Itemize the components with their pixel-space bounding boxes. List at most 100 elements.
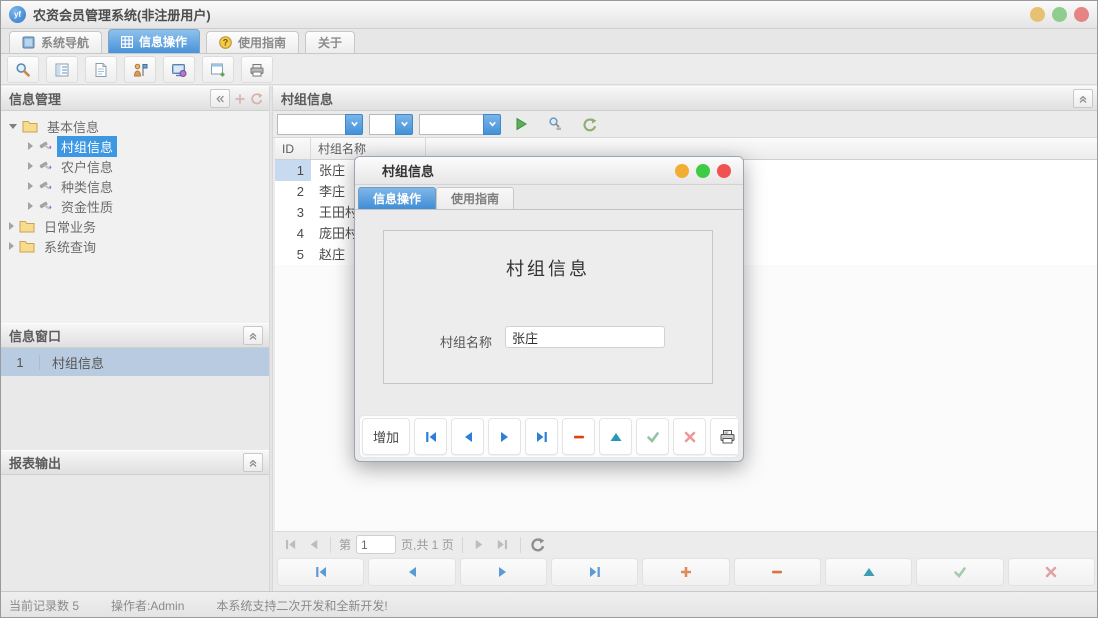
record-cancel-button[interactable] [1008, 558, 1095, 586]
info-window-item[interactable]: 1 村组信息 [1, 348, 269, 376]
system-note: 本系统支持二次开发和全新开发! [216, 597, 387, 614]
record-last-button[interactable] [551, 558, 638, 586]
collapse-up-button[interactable] [1073, 89, 1093, 108]
add-icon [679, 565, 693, 579]
expander-icon[interactable] [9, 222, 14, 230]
tree-item-system-query[interactable]: 系统查询 [1, 236, 269, 256]
expander-icon[interactable] [28, 202, 33, 210]
refresh-button[interactable] [575, 112, 603, 137]
record-save-button[interactable] [916, 558, 1003, 586]
maximize-button[interactable] [1052, 7, 1067, 22]
expander-icon[interactable] [28, 142, 33, 150]
page-last-button[interactable] [494, 536, 512, 554]
page-prefix: 第 [339, 536, 351, 553]
splitter[interactable] [269, 86, 273, 591]
save-button[interactable] [636, 418, 669, 455]
dialog-header[interactable]: 村组信息 [355, 157, 743, 185]
document-button[interactable] [85, 56, 117, 83]
record-first-button[interactable] [277, 558, 364, 586]
edit-button[interactable] [599, 418, 632, 455]
help-icon: ? [219, 36, 232, 49]
first-page-icon [284, 538, 297, 551]
cancel-button[interactable] [673, 418, 706, 455]
chevron-down-icon[interactable] [483, 114, 501, 135]
titlebar: yf 农资会员管理系统(非注册用户) [1, 1, 1098, 29]
minimize-button[interactable] [1030, 7, 1045, 22]
tree-item-village-info[interactable]: 村组信息 [1, 136, 269, 156]
tab-info-operation[interactable]: 信息操作 [108, 29, 200, 53]
add-button[interactable]: 增加 [362, 418, 410, 455]
monitor-button[interactable] [163, 56, 195, 83]
first-record-button[interactable] [414, 418, 447, 455]
dialog-tab-info-operation[interactable]: 信息操作 [358, 187, 436, 209]
expander-icon[interactable] [9, 242, 14, 250]
prev-record-button[interactable] [451, 418, 484, 455]
dialog-maximize-button[interactable] [696, 164, 710, 178]
dialog-close-button[interactable] [717, 164, 731, 178]
page-first-button[interactable] [281, 536, 299, 554]
collapse-up-button[interactable] [243, 453, 263, 472]
dialog-minimize-button[interactable] [675, 164, 689, 178]
collapse-left-button[interactable] [210, 89, 230, 108]
expander-icon[interactable] [9, 124, 17, 129]
record-next-button[interactable] [460, 558, 547, 586]
next-page-icon [473, 538, 486, 551]
add-icon[interactable] [234, 93, 246, 105]
record-prev-button[interactable] [368, 558, 455, 586]
list-button[interactable] [46, 56, 78, 83]
page-next-button[interactable] [471, 536, 489, 554]
filter-combo-1[interactable] [277, 114, 363, 135]
expander-icon[interactable] [28, 182, 33, 190]
collapse-up-button[interactable] [243, 326, 263, 345]
record-count: 当前记录数 5 [9, 597, 79, 614]
search-edit-icon [547, 116, 563, 132]
folder-icon [19, 240, 35, 253]
search-button[interactable] [7, 56, 39, 83]
minus-icon [770, 565, 784, 579]
record-delete-button[interactable] [734, 558, 821, 586]
filter-combo-2[interactable] [369, 114, 413, 135]
record-edit-button[interactable] [825, 558, 912, 586]
advanced-search-button[interactable] [541, 112, 569, 137]
tab-user-guide[interactable]: ? 使用指南 [206, 31, 299, 53]
tree-item-fund-nature[interactable]: 资金性质 [1, 196, 269, 216]
panel-info-manage-header: 信息管理 [1, 86, 269, 111]
play-icon [514, 117, 528, 131]
first-icon [424, 430, 438, 444]
pager: 第 页,共 1 页 [275, 531, 1097, 557]
page-prev-button[interactable] [304, 536, 322, 554]
chevron-down-icon[interactable] [395, 114, 413, 135]
page-refresh-button[interactable] [529, 536, 547, 554]
filter-combo-3[interactable] [419, 114, 501, 135]
page-suffix: 页,共 1 页 [401, 536, 454, 553]
village-name-input[interactable] [505, 326, 665, 348]
chevron-down-icon[interactable] [345, 114, 363, 135]
expander-icon[interactable] [28, 162, 33, 170]
page-number-input[interactable] [356, 535, 396, 554]
delete-button[interactable] [562, 418, 595, 455]
user-info-button[interactable] [124, 56, 156, 83]
refresh-icon[interactable] [250, 92, 263, 105]
print-button[interactable] [710, 418, 739, 455]
column-header-id[interactable]: ID [275, 138, 311, 159]
tab-about[interactable]: 关于 [305, 31, 355, 53]
tree-item-daily-business[interactable]: 日常业务 [1, 216, 269, 236]
close-button[interactable] [1074, 7, 1089, 22]
tree-item-basic-info[interactable]: 基本信息 [1, 116, 269, 136]
app-window: yf 农资会员管理系统(非注册用户) 系统导航 信息操作 ? 使用指南 关于 [0, 0, 1098, 618]
check-icon [953, 565, 967, 579]
dialog-tab-user-guide[interactable]: 使用指南 [436, 187, 514, 209]
next-record-button[interactable] [488, 418, 521, 455]
record-add-button[interactable] [642, 558, 729, 586]
operator: 操作者:Admin [111, 597, 184, 614]
tree-item-category-info[interactable]: 种类信息 [1, 176, 269, 196]
tree-item-farmer-info[interactable]: 农户信息 [1, 156, 269, 176]
last-record-button[interactable] [525, 418, 558, 455]
last-page-icon [496, 538, 509, 551]
folder-icon [19, 220, 35, 233]
list-icon [54, 62, 70, 78]
tab-system-nav[interactable]: 系统导航 [9, 31, 102, 53]
run-query-button[interactable] [507, 112, 535, 137]
window-add-button[interactable] [202, 56, 234, 83]
print-button[interactable] [241, 56, 273, 83]
